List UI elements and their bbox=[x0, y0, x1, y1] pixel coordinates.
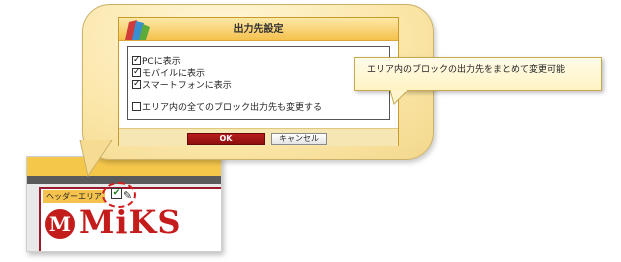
option-smartphone[interactable]: スマートフォンに表示 bbox=[132, 78, 232, 92]
option-all-blocks-label: エリア内の全てのブロック出力先も変更する bbox=[142, 103, 323, 113]
option-all-blocks[interactable]: エリア内の全てのブロック出力先も変更する bbox=[132, 102, 322, 114]
option-mobile-label: モバイルに表示 bbox=[142, 69, 206, 79]
option-pc-label: PCに表示 bbox=[142, 57, 181, 67]
pc-checkbox[interactable] bbox=[132, 54, 141, 66]
callout-text: エリア内のブロックの出力先をまとめて変更可能 bbox=[367, 65, 566, 75]
background-page-preview: ヘッダーエリア ✔ ✎ M MiKS bbox=[26, 156, 222, 252]
logo-text: MiKS bbox=[79, 203, 182, 241]
annotation-callout: エリア内のブロックの出力先をまとめて変更可能 bbox=[354, 57, 602, 91]
header-area-label: ヘッダーエリア bbox=[43, 190, 105, 203]
logo-mark: M bbox=[45, 209, 75, 239]
option-mobile[interactable]: モバイルに表示 bbox=[132, 66, 206, 80]
dialog-body: PCに表示 モバイルに表示 スマートフォンに表示 エリア内の全てのブロック出力先… bbox=[127, 46, 390, 120]
cancel-button[interactable]: キャンセル bbox=[271, 133, 327, 145]
dialog-header: 出力先設定 bbox=[119, 18, 398, 41]
callout-tail bbox=[389, 90, 409, 105]
mobile-checkbox[interactable] bbox=[132, 66, 141, 78]
dialog-footer: OK キャンセル bbox=[119, 128, 398, 146]
option-smartphone-label: スマートフォンに表示 bbox=[142, 81, 232, 91]
ok-button[interactable]: OK bbox=[187, 133, 265, 145]
dialog-title: 出力先設定 bbox=[233, 24, 284, 35]
all-blocks-checkbox[interactable] bbox=[132, 102, 141, 111]
smartphone-checkbox[interactable] bbox=[132, 78, 141, 90]
